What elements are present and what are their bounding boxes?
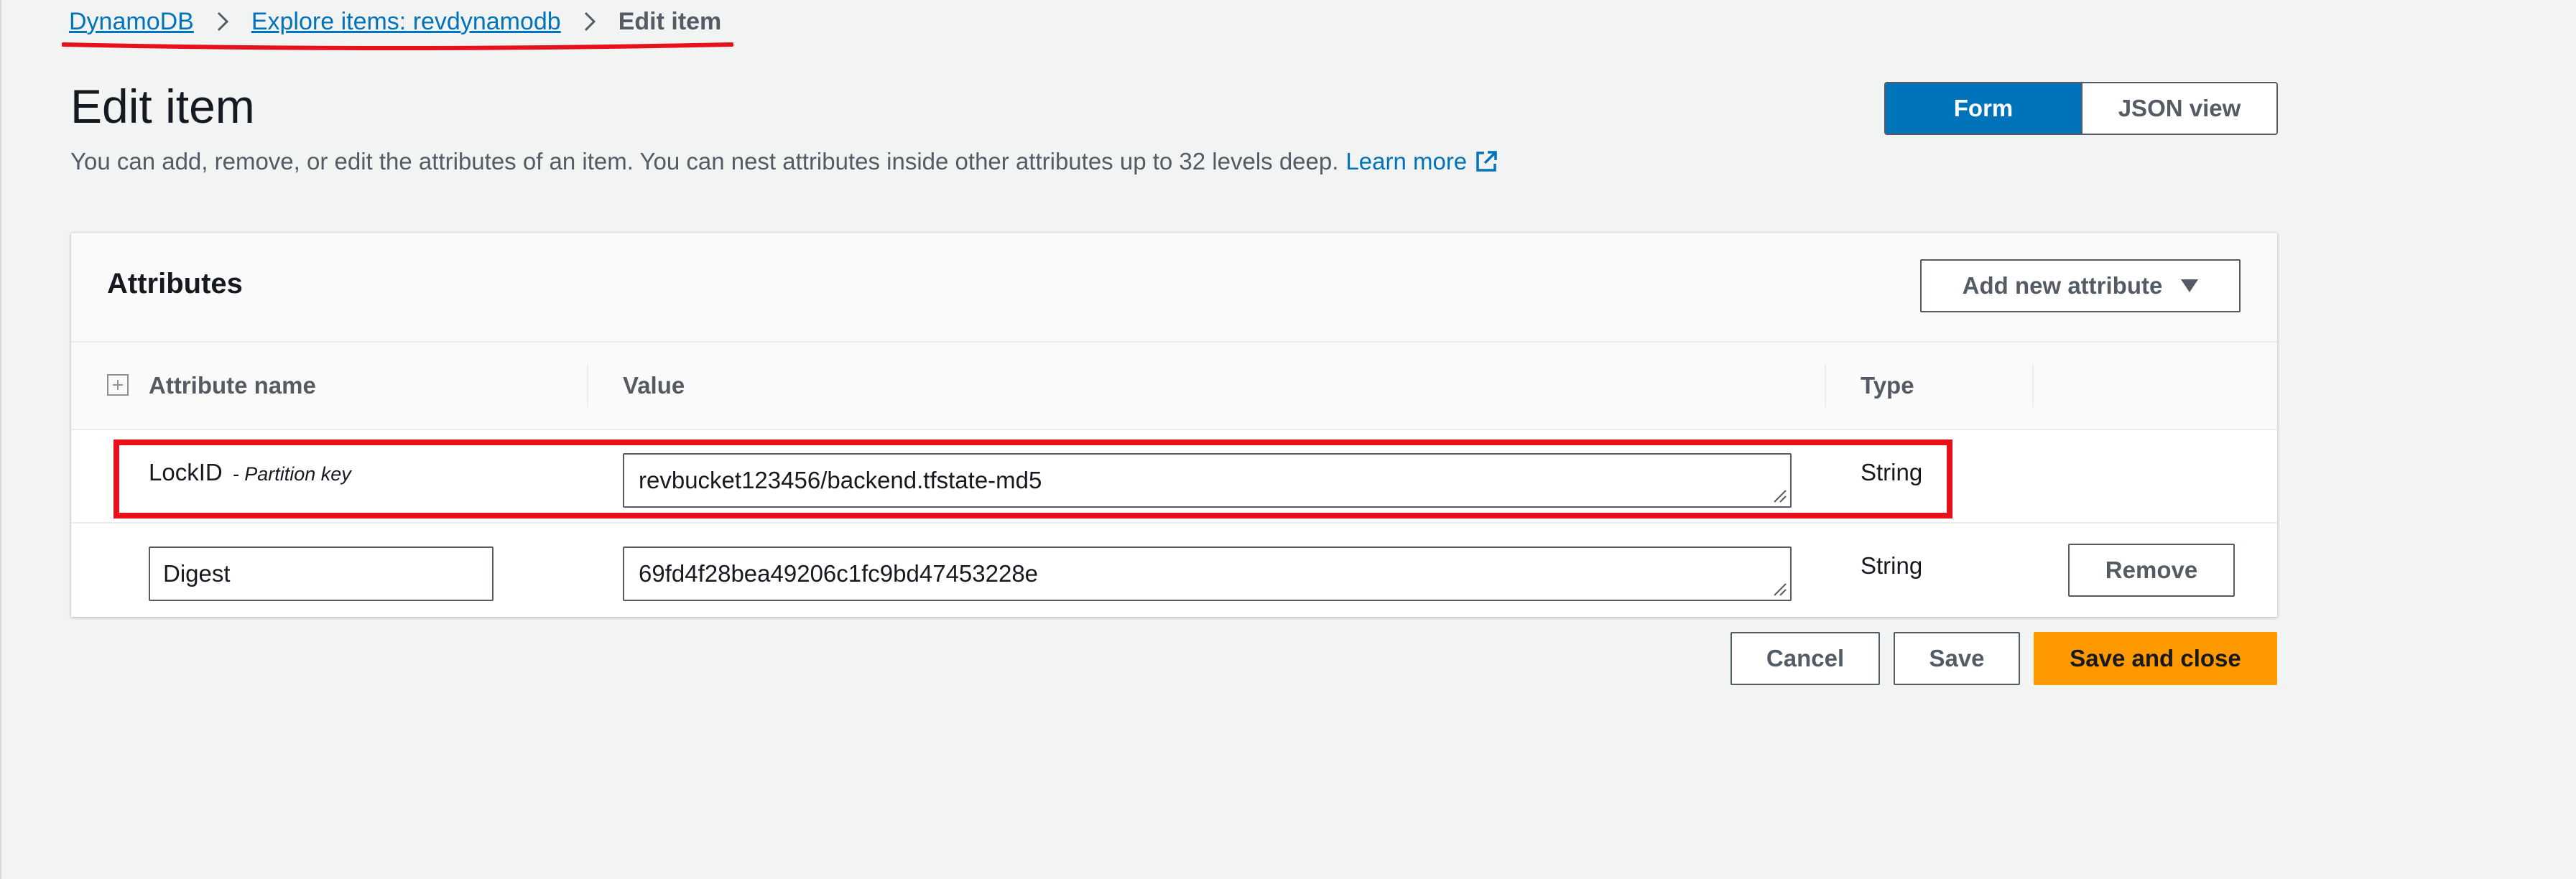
save-button[interactable]: Save (1894, 632, 2020, 685)
digest-value-input[interactable]: 69fd4f28bea49206c1fc9bd47453228e (623, 547, 1792, 601)
description-text: You can add, remove, or edit the attribu… (70, 148, 1339, 175)
column-header-value: Value (623, 372, 685, 399)
chevron-right-icon (217, 11, 228, 32)
table-header: Attribute name Value Type (71, 343, 2277, 430)
digest-name-input[interactable]: Digest (149, 547, 494, 601)
add-new-attribute-button[interactable]: Add new attribute (1920, 259, 2241, 312)
attribute-name-lockid: LockID - Partition key (149, 459, 351, 486)
attributes-header: Attributes Add new attribute (71, 233, 2277, 343)
external-link-icon (1476, 151, 1497, 172)
column-header-type: Type (1861, 372, 1914, 399)
page-description: You can add, remove, or edit the attribu… (70, 148, 1498, 175)
column-divider (1825, 364, 1826, 407)
save-and-close-button[interactable]: Save and close (2034, 632, 2277, 685)
table-row: LockID - Partition key revbucket123456/b… (71, 430, 2277, 524)
chevron-right-icon (584, 11, 596, 32)
resize-grip-icon[interactable] (1771, 581, 1787, 597)
lockid-value-text: revbucket123456/backend.tfstate-md5 (639, 467, 1042, 493)
breadcrumb-link-dynamodb[interactable]: DynamoDB (69, 8, 194, 36)
form-view-button[interactable]: Form (1886, 83, 2081, 134)
cancel-button[interactable]: Cancel (1731, 632, 1880, 685)
column-divider (587, 364, 588, 407)
attribute-type-text: String (1861, 459, 1923, 485)
attribute-name-text: LockID (149, 459, 223, 485)
json-view-button[interactable]: JSON view (2081, 83, 2276, 134)
learn-more-label: Learn more (1345, 148, 1468, 175)
add-new-attribute-label: Add new attribute (1962, 272, 2163, 299)
annotation-underline (62, 42, 733, 50)
lockid-value-input[interactable]: revbucket123456/backend.tfstate-md5 (623, 453, 1792, 508)
resize-grip-icon[interactable] (1771, 488, 1787, 503)
breadcrumb-link-explore-items[interactable]: Explore items: revdynamodb (251, 8, 561, 36)
remove-attribute-button[interactable]: Remove (2068, 544, 2235, 597)
page-title: Edit item (70, 80, 255, 133)
expand-all-icon[interactable] (107, 374, 129, 396)
column-divider (2032, 364, 2034, 407)
view-toggle: Form JSON view (1884, 82, 2278, 135)
breadcrumb: DynamoDB Explore items: revdynamodb Edit… (69, 6, 721, 37)
attributes-title: Attributes (107, 268, 243, 299)
caret-down-icon (2181, 279, 2199, 292)
learn-more-link[interactable]: Learn more (1345, 148, 1498, 175)
breadcrumb-current: Edit item (618, 7, 722, 35)
digest-value-text: 69fd4f28bea49206c1fc9bd47453228e (639, 560, 1039, 587)
attribute-type-text: String (1861, 552, 1923, 579)
partition-key-label: - Partition key (232, 463, 351, 485)
attributes-panel: Attributes Add new attribute Attribute n… (71, 233, 2277, 617)
column-header-attribute-name: Attribute name (149, 372, 316, 399)
table-row: Digest 69fd4f28bea49206c1fc9bd47453228e … (71, 524, 2277, 615)
